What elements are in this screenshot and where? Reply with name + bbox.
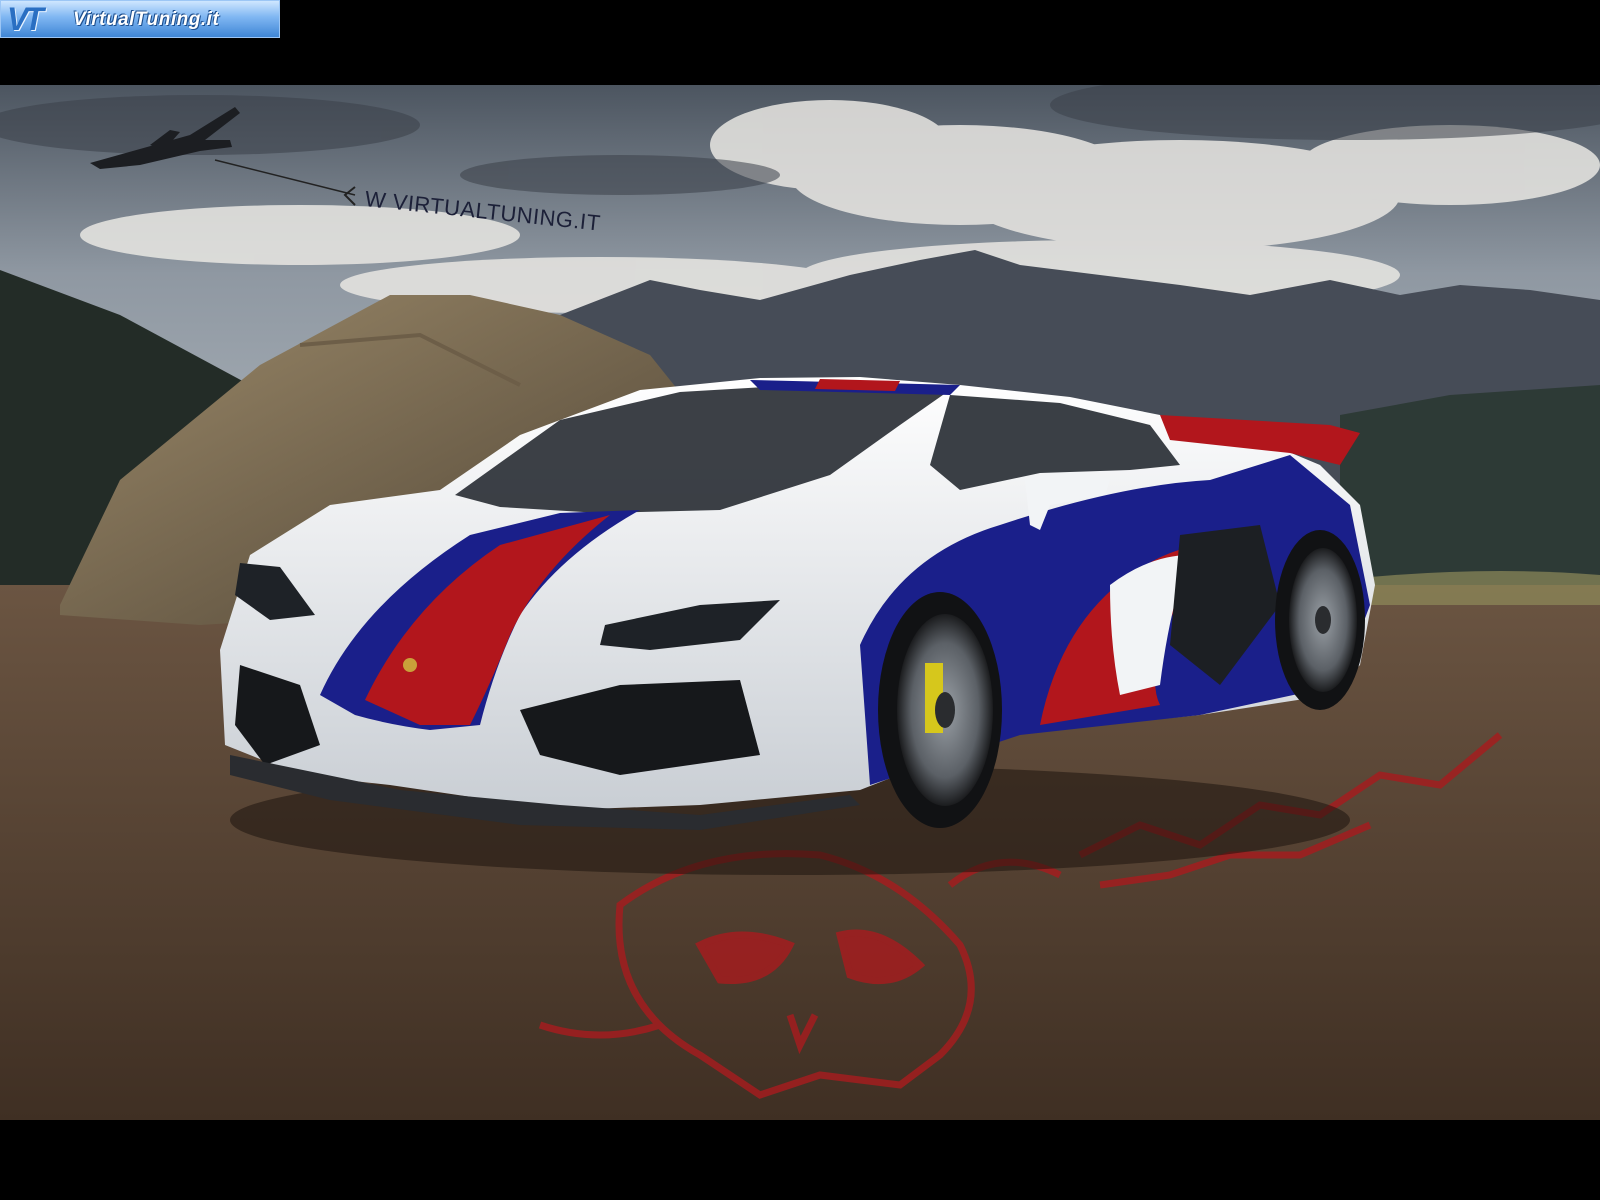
- photo-scene: [0, 85, 1600, 1120]
- logo-text: VirtualTuning.it: [73, 9, 220, 30]
- logo-mark: VT: [7, 1, 44, 37]
- site-logo: VT VirtualTuning.it: [0, 0, 280, 38]
- car-emblem-icon: [403, 658, 417, 672]
- image-frame: VT VirtualTuning.it W VIRTUALTUNING.IT: [0, 0, 1600, 1200]
- rear-wheel: [1275, 530, 1365, 710]
- front-wheel: [878, 592, 1002, 828]
